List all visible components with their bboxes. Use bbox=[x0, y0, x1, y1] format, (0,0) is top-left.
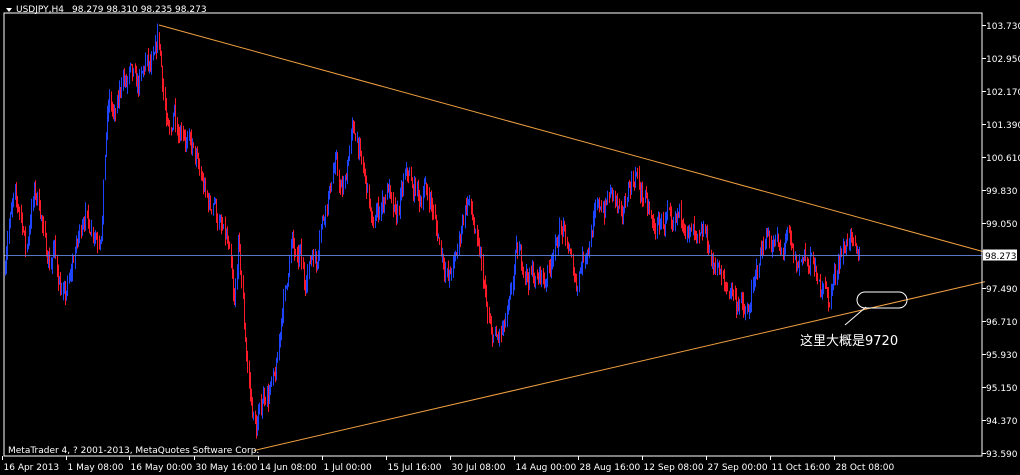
chart-header: USDJPY,H4 98.279 98.310 98.235 98.273 bbox=[6, 5, 207, 15]
y-tick-label: 95.930 bbox=[986, 351, 1018, 361]
y-tick-label: 96.710 bbox=[986, 318, 1018, 328]
y-tick-label: 102.170 bbox=[986, 88, 1020, 98]
y-tick-label: 93.590 bbox=[986, 450, 1018, 460]
y-tick-label: 97.490 bbox=[986, 285, 1018, 295]
x-tick-label: 14 Aug 00:00 bbox=[516, 463, 577, 473]
x-tick-label: 28 Aug 16:00 bbox=[580, 463, 641, 473]
y-tick-label: 100.610 bbox=[986, 154, 1020, 164]
x-tick-label: 27 Sep 00:00 bbox=[708, 463, 768, 473]
x-tick-label: 14 Jun 08:00 bbox=[260, 463, 317, 473]
y-tick-label: 99.830 bbox=[986, 187, 1018, 197]
price-chart[interactable]: USDJPY,H4 98.279 98.310 98.235 98.273 10… bbox=[0, 0, 1020, 475]
x-tick-label: 30 May 16:00 bbox=[196, 463, 258, 473]
ohlc-readout: 98.279 98.310 98.235 98.273 bbox=[72, 5, 207, 15]
current-price-tag: 98.273 bbox=[983, 249, 1017, 262]
copyright-text: MetaTrader 4, ? 2001-2013, MetaQuotes So… bbox=[8, 446, 259, 456]
y-tick-label: 102.950 bbox=[986, 55, 1020, 65]
annotation-text: 这里大概是9720 bbox=[800, 333, 898, 349]
y-tick-label: 99.050 bbox=[986, 220, 1018, 230]
x-tick-label: 30 Jul 08:00 bbox=[452, 463, 506, 473]
x-tick-label: 11 Oct 16:00 bbox=[772, 463, 831, 473]
x-tick-label: 16 May 00:00 bbox=[131, 463, 193, 473]
y-tick-label: 103.730 bbox=[986, 22, 1020, 32]
current-price-label: 98.273 bbox=[985, 252, 1017, 262]
y-tick-label: 95.150 bbox=[986, 384, 1018, 394]
x-tick-label: 28 Oct 08:00 bbox=[836, 463, 895, 473]
x-tick-label: 1 Jul 00:00 bbox=[324, 463, 373, 473]
x-tick-label: 1 May 08:00 bbox=[68, 463, 124, 473]
y-tick-label: 94.370 bbox=[986, 417, 1018, 427]
x-tick-label: 16 Apr 2013 bbox=[4, 463, 60, 473]
x-tick-label: 15 Jul 16:00 bbox=[388, 463, 442, 473]
y-tick-label: 101.390 bbox=[986, 121, 1020, 131]
symbol-timeframe: USDJPY,H4 bbox=[16, 5, 64, 15]
x-tick-label: 12 Sep 08:00 bbox=[644, 463, 704, 473]
